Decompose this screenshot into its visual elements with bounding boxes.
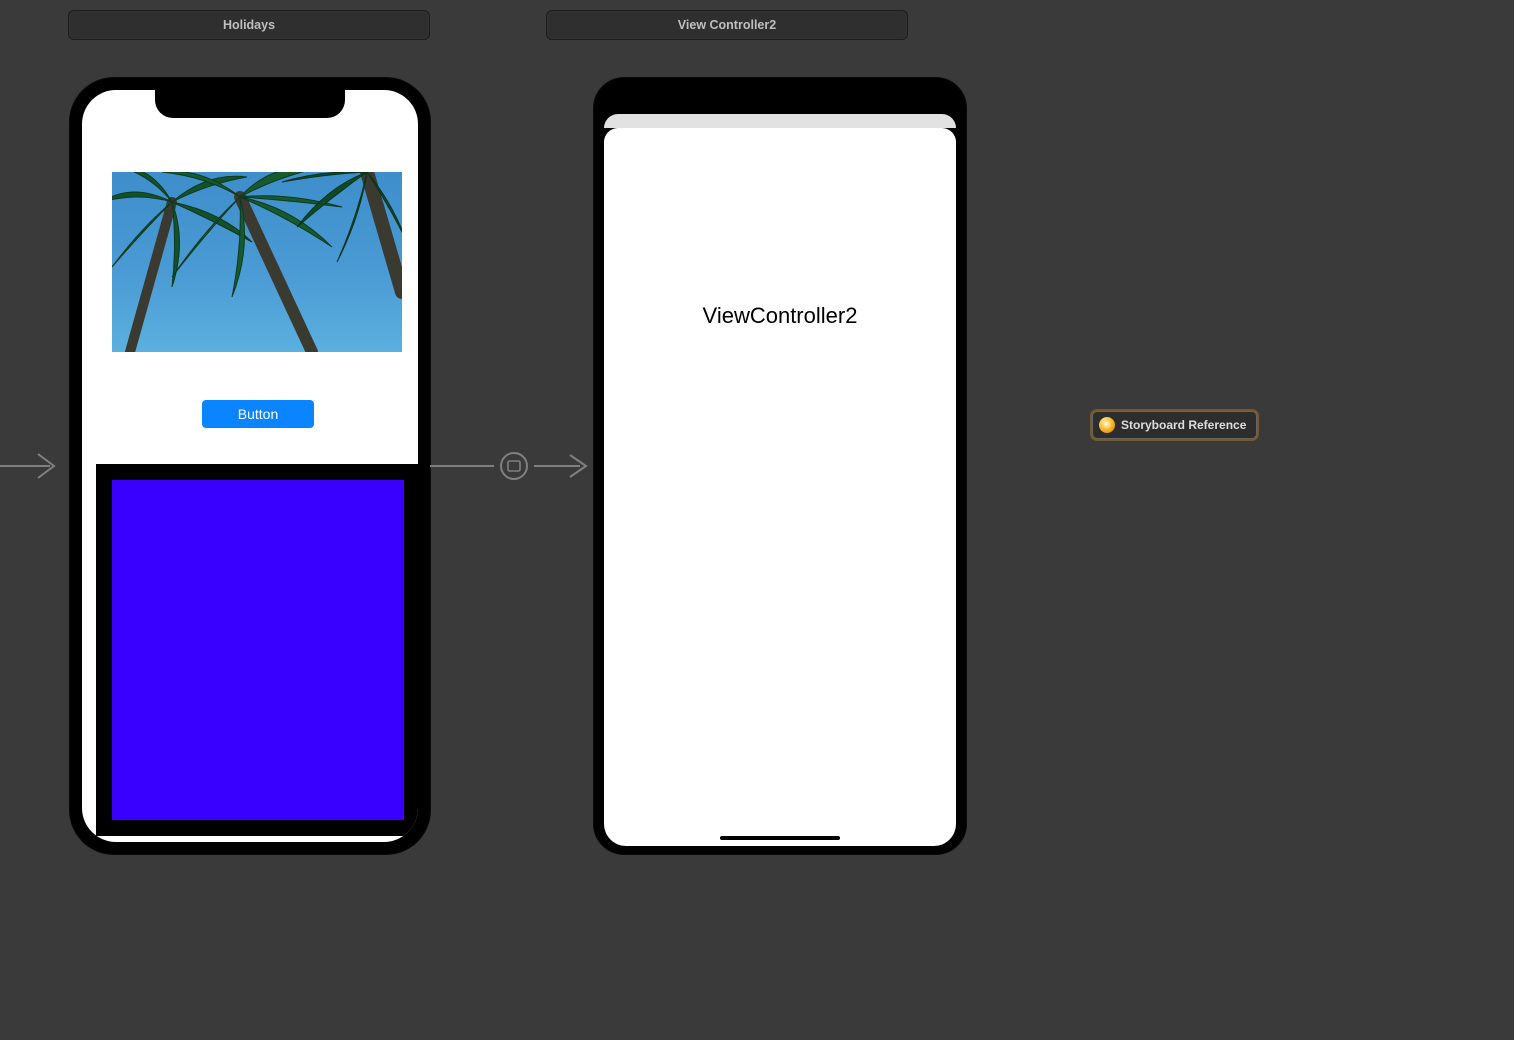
image-view-palms[interactable] <box>112 172 402 352</box>
presentation-underlay <box>604 114 956 128</box>
home-indicator <box>185 830 315 834</box>
scene-title-viewcontroller2[interactable]: View Controller2 <box>546 10 908 40</box>
scene-viewcontroller2-root-view[interactable]: ViewController2 <box>604 128 956 846</box>
storyboard-reference-label: Storyboard Reference <box>1121 418 1246 432</box>
storyboard-entry-point-arrow[interactable] <box>0 448 68 484</box>
label-text: ViewController2 <box>703 303 858 328</box>
container-embedded-view[interactable] <box>112 480 404 820</box>
palm-trees-illustration <box>112 172 402 352</box>
button-primary[interactable]: Button <box>202 400 314 428</box>
segue-arrow-present-modally[interactable] <box>430 448 596 484</box>
storyboard-reference-icon <box>1099 417 1115 433</box>
device-notch <box>155 90 345 118</box>
scene-title-label: View Controller2 <box>678 18 776 32</box>
home-indicator <box>720 836 840 840</box>
storyboard-canvas[interactable]: Holidays View Controller2 <box>0 0 1514 1040</box>
storyboard-reference[interactable]: Storyboard Reference <box>1092 411 1257 439</box>
scene-holidays-device-frame[interactable]: Button <box>70 78 430 854</box>
scene-title-holidays[interactable]: Holidays <box>68 10 430 40</box>
container-view[interactable] <box>96 464 418 836</box>
scene-viewcontroller2-device-frame[interactable]: ViewController2 <box>594 78 966 854</box>
scene-holidays-root-view[interactable]: Button <box>82 90 418 842</box>
scene-title-label: Holidays <box>223 18 275 32</box>
label-viewcontroller2[interactable]: ViewController2 <box>604 303 956 329</box>
button-label: Button <box>238 406 278 422</box>
